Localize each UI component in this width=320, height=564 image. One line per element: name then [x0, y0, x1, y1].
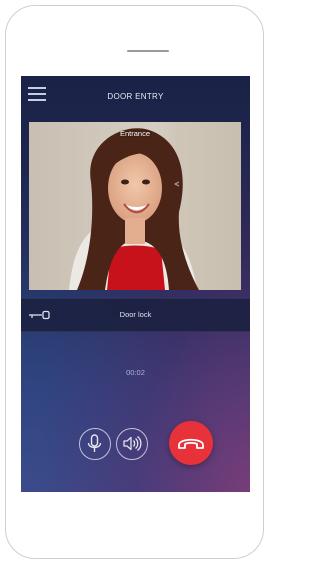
speaker-icon: [123, 435, 142, 452]
door-lock-button[interactable]: Door lock: [21, 298, 250, 332]
call-timer: 00:02: [126, 368, 145, 377]
mute-microphone-button[interactable]: [79, 428, 111, 460]
phone-speaker: [127, 50, 169, 52]
visitor-image: [29, 122, 241, 290]
end-call-button[interactable]: [169, 421, 213, 465]
camera-label: Entrance: [119, 129, 151, 138]
hang-up-icon: [178, 438, 204, 449]
page-title: DOOR ENTRY: [107, 92, 164, 101]
video-feed: Entrance: [29, 122, 241, 290]
top-bar: DOOR ENTRY: [21, 76, 250, 116]
door-lock-label: Door lock: [119, 310, 152, 319]
app-screen: DOOR ENTRY Entrance Door lock 00:02: [21, 76, 250, 492]
speaker-button[interactable]: [116, 428, 148, 460]
microphone-icon: [87, 434, 102, 452]
